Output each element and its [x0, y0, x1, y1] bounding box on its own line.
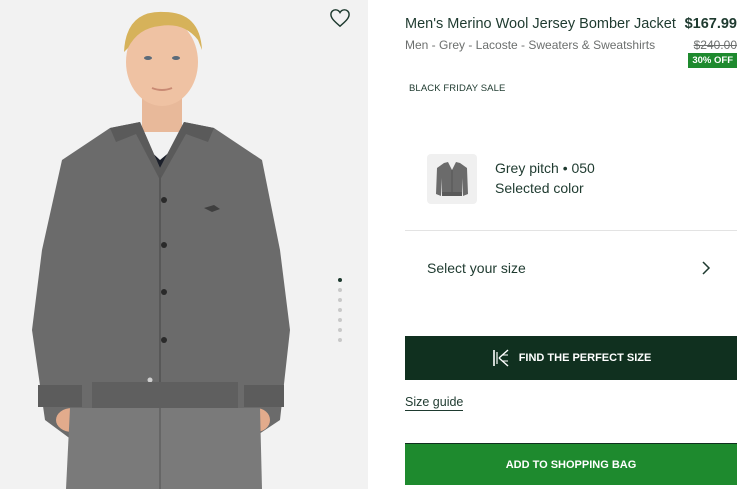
gallery-dot[interactable] [338, 298, 342, 302]
gallery-pagination [337, 278, 343, 342]
product-info-panel: Men's Merino Wool Jersey Bomber Jacket $… [405, 0, 737, 489]
original-price: $240.00 [693, 38, 737, 52]
gallery-dot[interactable] [338, 318, 342, 322]
size-selector[interactable]: Select your size [405, 249, 737, 287]
gallery-dot[interactable] [338, 308, 342, 312]
product-photo [32, 11, 290, 489]
add-to-bag-button[interactable]: ADD TO SHOPPING BAG [405, 443, 737, 485]
gallery-dot[interactable] [338, 288, 342, 292]
find-perfect-size-label: FIND THE PERFECT SIZE [518, 352, 652, 364]
size-guide-link[interactable]: Size guide [405, 395, 464, 411]
gallery-dot[interactable] [338, 338, 342, 342]
divider [405, 230, 737, 231]
product-gallery[interactable] [0, 0, 368, 489]
gallery-dot[interactable] [338, 328, 342, 332]
gallery-dot[interactable] [338, 278, 342, 282]
product-title: Men's Merino Wool Jersey Bomber Jacket [405, 16, 676, 32]
color-swatch[interactable] [427, 154, 477, 204]
discount-badge: 30% OFF [688, 53, 737, 68]
color-name: Grey pitch • 050 [495, 160, 595, 176]
heart-icon [330, 9, 350, 28]
fit-finder-icon [492, 349, 509, 367]
meta-row: Men - Grey - Lacoste - Sweaters & Sweats… [405, 38, 737, 52]
find-perfect-size-button[interactable]: FIND THE PERFECT SIZE [405, 336, 737, 380]
add-to-bag-label: ADD TO SHOPPING BAG [505, 458, 637, 471]
sale-price: $167.99 [684, 16, 737, 32]
chevron-right-icon [701, 260, 711, 276]
size-selector-label: Select your size [427, 260, 526, 276]
sale-label: BLACK FRIDAY SALE [409, 83, 506, 94]
wishlist-button[interactable] [326, 6, 354, 30]
title-row: Men's Merino Wool Jersey Bomber Jacket $… [405, 16, 737, 32]
product-meta: Men - Grey - Lacoste - Sweaters & Sweats… [405, 38, 656, 52]
selected-color-label: Selected color [495, 180, 584, 196]
jacket-thumbnail-icon [436, 162, 468, 196]
